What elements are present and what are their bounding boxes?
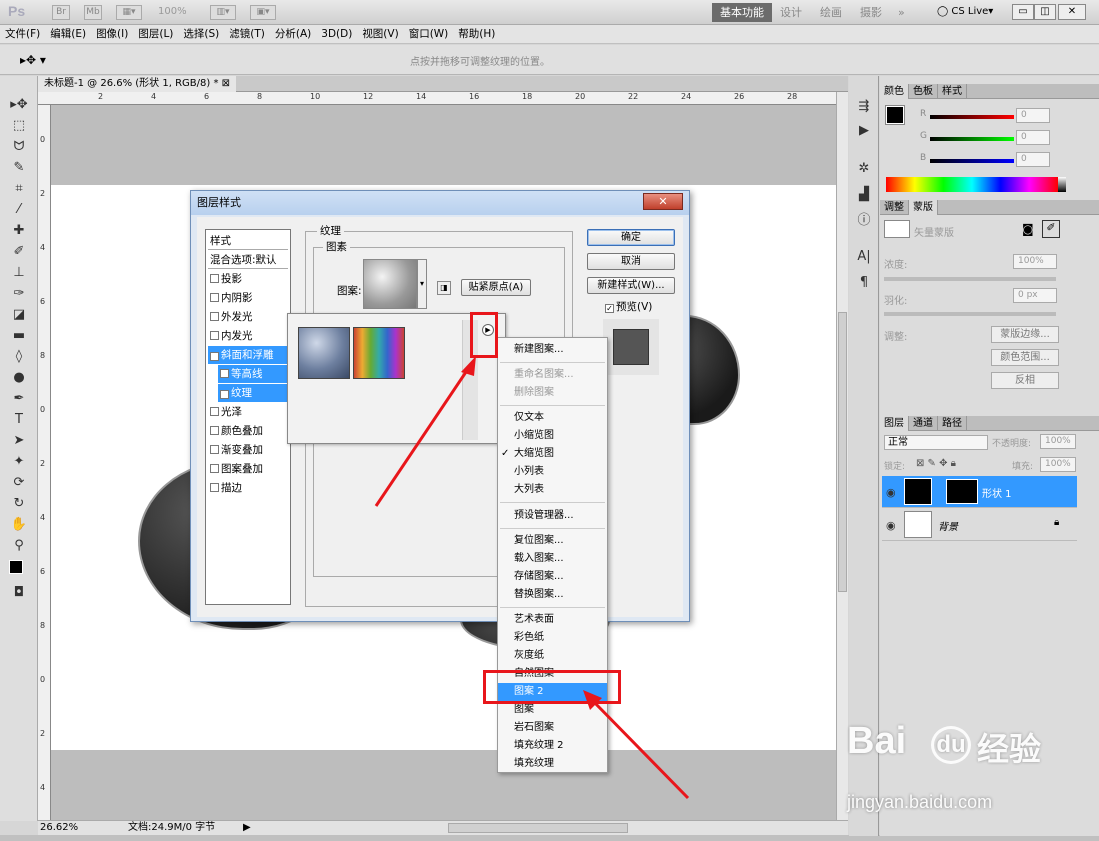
annotation-arrow-line bbox=[590, 698, 690, 800]
annotation-arrows bbox=[374, 356, 690, 800]
watermark-paw-icon: du bbox=[931, 726, 971, 764]
annotation-arrowhead bbox=[461, 356, 476, 376]
watermark-cn: 经验 bbox=[977, 730, 1042, 768]
watermark-url: jingyan.baidu.com bbox=[847, 792, 993, 812]
annotation-arrow-line bbox=[374, 365, 472, 507]
watermark-brand: Bai bbox=[847, 720, 907, 762]
baidu-watermark: Bai du 经验 jingyan.baidu.com bbox=[843, 718, 1093, 818]
